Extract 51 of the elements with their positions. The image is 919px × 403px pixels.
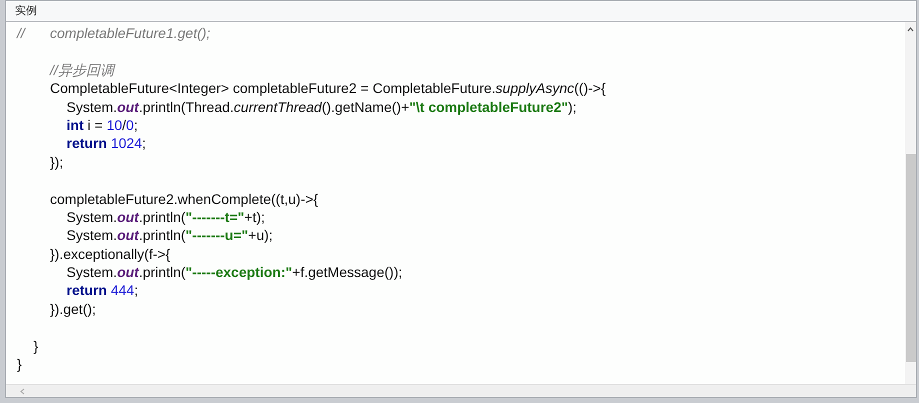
code-field: out [117,227,139,244]
scroll-left-icon[interactable] [20,388,25,394]
code-text: / [122,116,126,133]
code-number: 0 [126,116,134,133]
code-text: } [34,338,38,354]
code-field: out [117,98,139,115]
code-text: i = [88,116,104,133]
code-string: "-----exception:" [186,264,292,280]
code-text: ); [568,98,577,115]
code-text: +f.getMessage()); [292,264,402,280]
code-comment: //异步回调 [50,62,114,78]
code-text: completableFuture2.whenComplete((t,u)->{ [50,190,318,207]
panel-title: 实例 [15,4,37,19]
code-text: +t); [244,208,265,225]
code-text: ; [142,135,146,152]
code-text: }).exceptionally(f->{ [50,246,170,262]
code-text: }); [50,154,64,170]
code-text: +u); [248,227,273,244]
scroll-up-icon[interactable] [907,27,914,32]
code-number: 10 [106,116,122,133]
code-text: } [17,356,22,372]
code-text: System. [66,227,118,244]
code-keyword: int [66,116,84,133]
horizontal-scrollbar[interactable] [6,384,916,397]
vertical-scrollbar[interactable] [905,22,916,384]
code-text: System. [66,208,118,225]
code-keyword: return [66,135,107,152]
code-text: ; [134,282,138,298]
code-string: "-------t=" [186,208,244,225]
code-text: .println(Thread. [138,98,234,115]
code-field: out [117,264,139,280]
code-text: .println( [138,208,186,225]
code-number: 444 [110,282,134,298]
code-text: System. [66,98,118,115]
code-keyword: return [66,282,107,298]
code-string: "-------u=" [186,227,248,244]
scrollbar-thumb[interactable] [906,154,916,362]
code-string: "\t completableFuture2" [409,98,568,115]
code-text: (()->{ [574,80,606,96]
code-field: out [117,208,139,225]
code-number: 1024 [110,135,142,152]
code-text: }).get(); [50,300,96,317]
code-text: .println( [138,227,186,244]
code-text: ().getName()+ [322,98,410,115]
code-text: System. [66,264,118,280]
code-text: ; [134,116,138,133]
code-method: supplyAsync [496,80,574,96]
code-text: .println( [138,264,186,280]
code-text: CompletableFuture<Integer> completableFuture2 = CompletableFuture. [50,80,496,96]
code-comment: // completableFuture1.get(); [17,25,210,41]
code-method: currentThread [234,98,322,115]
